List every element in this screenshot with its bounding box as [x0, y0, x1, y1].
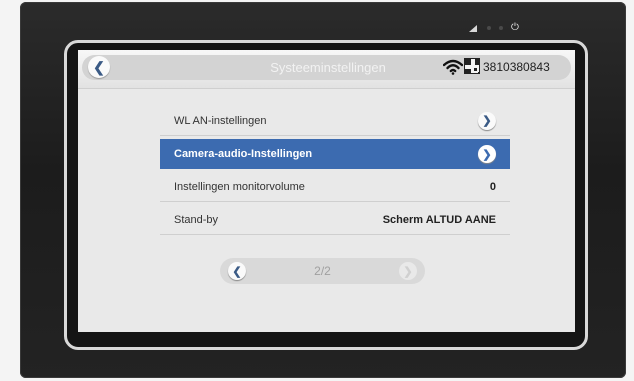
menu-item-value: Scherm ALTUD AANE — [382, 213, 496, 226]
status-led-icon — [499, 26, 503, 30]
chevron-right-icon: ❯ — [403, 265, 413, 278]
power-icon[interactable]: ⏻ — [511, 23, 519, 33]
next-page-button[interactable]: ❯ — [399, 262, 417, 280]
status-leds: ⏻ — [469, 22, 519, 34]
back-button[interactable]: ❮ — [88, 56, 110, 78]
screen: ❮ Systeeminstellingen 3810380843 WL AN-i… — [78, 50, 575, 332]
menu-item-label: Stand-by — [174, 213, 219, 226]
device-id: 3810380843 — [483, 60, 550, 74]
menu-item-label: Instellingen monitorvolume — [174, 180, 305, 193]
menu-item-value: 0 — [489, 180, 496, 193]
page-indicator: 2/2 — [314, 264, 331, 278]
menu-item-camera-audio[interactable]: Camera-audio-Instellingen ❯ — [160, 139, 510, 169]
wifi-icon — [443, 59, 463, 75]
qr-code-icon — [464, 58, 480, 74]
page-title: Systeeminstellingen — [270, 60, 386, 75]
signal-indicator-icon — [469, 24, 479, 32]
menu-item-label: Camera-audio-Instellingen — [174, 148, 313, 160]
chevron-right-icon[interactable]: ❯ — [478, 111, 496, 130]
pager: ❮ 2/2 ❯ — [220, 258, 425, 284]
settings-menu: WL AN-instellingen ❯ Camera-audio-Instel… — [160, 106, 510, 238]
chevron-right-icon[interactable]: ❯ — [478, 145, 496, 163]
back-arrow-icon: ❮ — [93, 58, 105, 75]
title-bar: ❮ Systeeminstellingen 3810380843 — [78, 50, 575, 89]
menu-item-monitor-volume[interactable]: Instellingen monitorvolume 0 — [160, 172, 510, 202]
menu-item-standby[interactable]: Stand-by Scherm ALTUD AANE — [160, 205, 510, 235]
status-led-icon — [487, 26, 491, 30]
menu-item-label: WL AN-instellingen — [174, 114, 267, 127]
menu-item-wlan[interactable]: WL AN-instellingen ❯ — [160, 106, 510, 136]
